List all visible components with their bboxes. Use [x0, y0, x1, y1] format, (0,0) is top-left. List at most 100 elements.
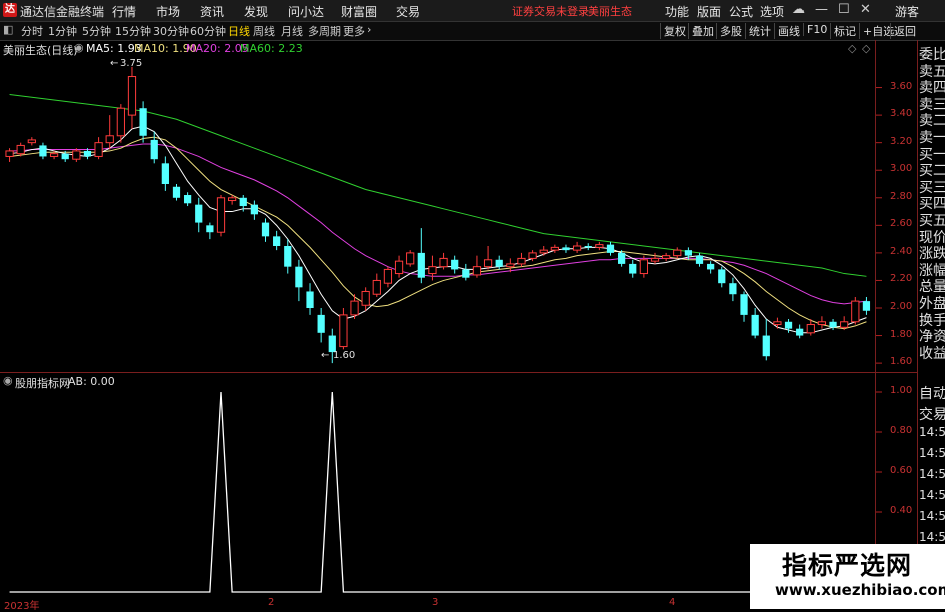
- candle[interactable]: [5, 148, 14, 162]
- candle[interactable]: [707, 261, 715, 274]
- candle[interactable]: [584, 243, 592, 251]
- tab-monthly[interactable]: 月线: [281, 23, 303, 39]
- menu-trade[interactable]: 交易: [396, 3, 420, 20]
- candle[interactable]: [39, 142, 47, 160]
- tab-weekly[interactable]: 周线: [253, 23, 275, 39]
- maximize-icon[interactable]: ☐: [838, 2, 850, 17]
- candle[interactable]: [417, 228, 425, 284]
- tab-15min[interactable]: 15分钟: [115, 23, 151, 39]
- back-button[interactable]: 返回: [890, 23, 919, 39]
- candle[interactable]: [595, 241, 604, 251]
- login-status[interactable]: 证券交易未登录: [512, 3, 589, 19]
- menu-quotes[interactable]: 行情: [112, 3, 136, 20]
- indicator-settings-icon[interactable]: ◉: [3, 374, 13, 387]
- candle[interactable]: [773, 317, 782, 329]
- close-icon[interactable]: ✕: [860, 2, 871, 17]
- menu-news[interactable]: 资讯: [200, 3, 224, 20]
- candle[interactable]: [261, 218, 270, 242]
- tab-5min[interactable]: 5分钟: [82, 23, 111, 39]
- candle[interactable]: [206, 222, 214, 240]
- candle[interactable]: [650, 252, 660, 264]
- candle[interactable]: [306, 283, 314, 315]
- candle[interactable]: [451, 255, 459, 274]
- menu-discover[interactable]: 发现: [244, 3, 268, 20]
- candle[interactable]: [718, 266, 726, 288]
- candle[interactable]: [94, 137, 103, 160]
- candle[interactable]: [172, 184, 181, 201]
- candle[interactable]: [572, 241, 582, 253]
- guest-label[interactable]: 游客: [895, 3, 919, 20]
- menu-formula[interactable]: 公式: [729, 3, 753, 20]
- candle[interactable]: [673, 247, 682, 259]
- candle[interactable]: [250, 200, 259, 220]
- candle[interactable]: [851, 296, 860, 325]
- candle[interactable]: [161, 156, 169, 191]
- tab-more[interactable]: 更多: [343, 23, 365, 39]
- candle[interactable]: [273, 230, 281, 251]
- candle[interactable]: [139, 101, 147, 143]
- candle[interactable]: [751, 308, 759, 339]
- candle[interactable]: [472, 255, 482, 278]
- kline-chart[interactable]: [0, 40, 945, 609]
- candle[interactable]: [539, 246, 548, 256]
- more-chevron-icon[interactable]: ›: [367, 23, 371, 36]
- tab-30min[interactable]: 30分钟: [153, 23, 189, 39]
- candle[interactable]: [639, 255, 648, 278]
- candle[interactable]: [361, 287, 370, 311]
- candle[interactable]: [439, 252, 448, 270]
- candle[interactable]: [606, 241, 615, 256]
- candle[interactable]: [372, 273, 381, 297]
- candle[interactable]: [406, 250, 415, 267]
- candle[interactable]: [339, 308, 348, 350]
- menu-wealth[interactable]: 财富圈: [341, 3, 377, 20]
- candle[interactable]: [72, 148, 81, 162]
- candle[interactable]: [317, 308, 325, 343]
- mark-button[interactable]: 标记: [830, 23, 859, 39]
- menu-ask[interactable]: 问小达: [288, 3, 324, 20]
- candle[interactable]: [617, 250, 626, 267]
- candle[interactable]: [817, 316, 827, 329]
- candle[interactable]: [483, 246, 493, 270]
- candle[interactable]: [216, 195, 226, 237]
- restore-rights-button[interactable]: 复权: [660, 23, 689, 39]
- f10-button[interactable]: F10: [803, 23, 830, 36]
- candle[interactable]: [295, 259, 303, 302]
- candle[interactable]: [127, 66, 137, 129]
- candle[interactable]: [517, 252, 526, 267]
- minimize-icon[interactable]: —: [815, 2, 828, 17]
- candle[interactable]: [195, 197, 203, 233]
- menu-function[interactable]: 功能: [665, 3, 689, 20]
- tab-intraday[interactable]: 分时: [21, 23, 43, 39]
- menu-options[interactable]: 选项: [760, 3, 784, 20]
- candle[interactable]: [284, 239, 292, 274]
- cloud-icon[interactable]: ☁: [792, 2, 805, 17]
- overlay-button[interactable]: 叠加: [688, 23, 717, 39]
- candle[interactable]: [729, 277, 737, 302]
- candle[interactable]: [695, 252, 704, 267]
- candle[interactable]: [105, 115, 114, 150]
- tab-60min[interactable]: 60分钟: [190, 23, 226, 39]
- tab-1min[interactable]: 1分钟: [48, 23, 77, 39]
- toolbar-toggle-icon[interactable]: ◧: [3, 23, 13, 36]
- draw-line-button[interactable]: 画线: [774, 23, 803, 39]
- candle[interactable]: [740, 291, 748, 322]
- tab-multi-period[interactable]: 多周期: [308, 23, 341, 39]
- candle[interactable]: [662, 252, 671, 262]
- candle[interactable]: [183, 192, 192, 207]
- candle[interactable]: [762, 319, 770, 361]
- candle[interactable]: [27, 137, 36, 146]
- candle[interactable]: [796, 324, 804, 339]
- candle[interactable]: [394, 255, 404, 278]
- menu-layout[interactable]: 版面: [697, 3, 721, 20]
- candle[interactable]: [383, 266, 393, 288]
- menu-market[interactable]: 市场: [156, 3, 180, 20]
- tab-daily[interactable]: 日线: [228, 23, 250, 39]
- candle[interactable]: [350, 294, 359, 320]
- candle[interactable]: [550, 244, 559, 253]
- candle[interactable]: [150, 131, 158, 164]
- candle[interactable]: [562, 244, 570, 253]
- candle[interactable]: [629, 259, 637, 278]
- statistics-button[interactable]: 统计: [745, 23, 774, 39]
- multi-stock-button[interactable]: 多股: [716, 23, 745, 39]
- candle[interactable]: [462, 263, 470, 281]
